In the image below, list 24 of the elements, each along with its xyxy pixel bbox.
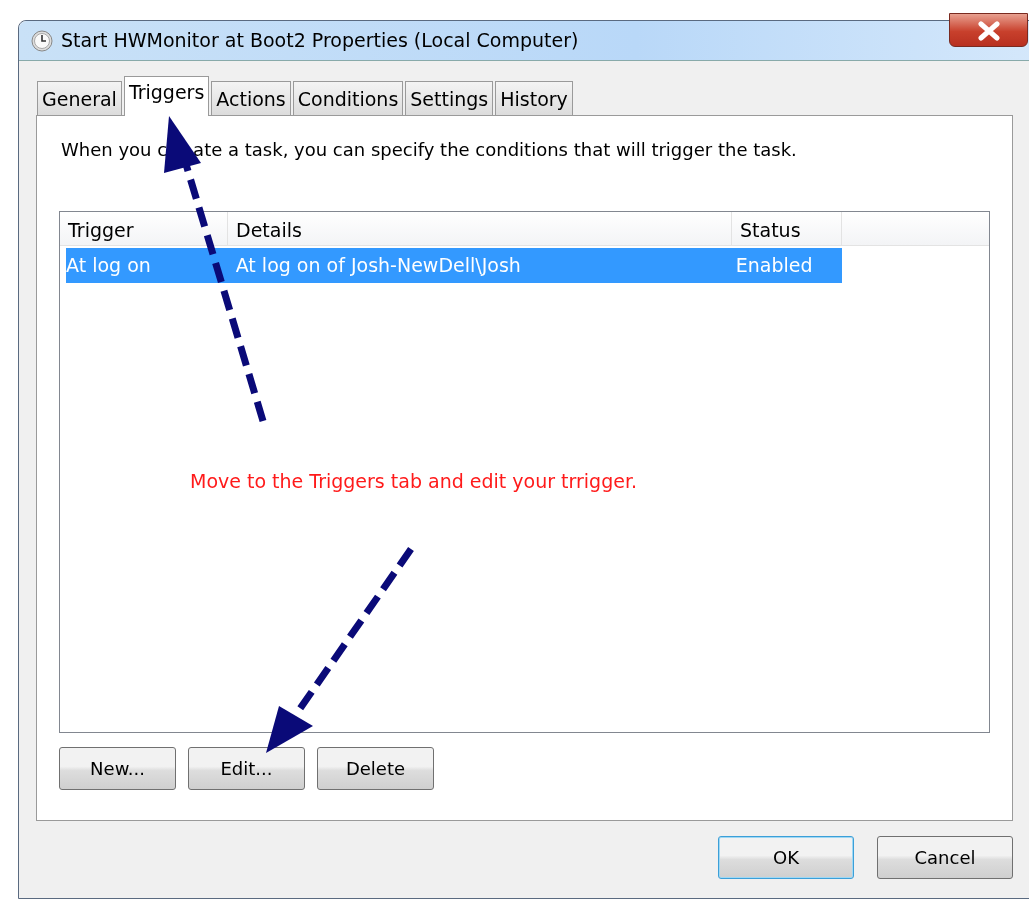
cancel-button[interactable]: Cancel: [877, 836, 1013, 879]
table-cell-text: Enabled: [734, 253, 814, 278]
table-cell-text: At log on of Josh-NewDell\Josh: [234, 253, 522, 278]
tab[interactable]: Conditions: [292, 81, 404, 115]
tab[interactable]: Actions: [211, 81, 291, 115]
tab[interactable]: Triggers: [123, 76, 210, 116]
close-icon: [975, 21, 1002, 41]
tab[interactable]: General: [37, 81, 122, 115]
list-button[interactable]: Edit...: [188, 747, 305, 790]
window-title: Start HWMonitor at Boot2 Properties (Local Computer): [61, 28, 579, 54]
description-text: ate a task, you can specify the conditions that will trigger the task.: [193, 138, 797, 162]
annotation-text: Move to the Triggers tab and edit your trrigger.: [190, 469, 637, 494]
clock-icon: [31, 29, 53, 52]
column-header[interactable]: Status: [732, 212, 842, 245]
description-text: When you c: [61, 138, 168, 162]
table-cell-text: At log on: [66, 253, 152, 278]
tab[interactable]: Settings: [405, 81, 494, 115]
column-header[interactable]: Details: [228, 212, 732, 245]
tab[interactable]: History: [495, 81, 573, 115]
close-button[interactable]: [949, 13, 1028, 47]
ok-button[interactable]: OK: [718, 836, 854, 879]
list-button[interactable]: New...: [59, 747, 176, 790]
list-button[interactable]: Delete: [317, 747, 434, 790]
column-header[interactable]: Trigger: [60, 212, 228, 245]
